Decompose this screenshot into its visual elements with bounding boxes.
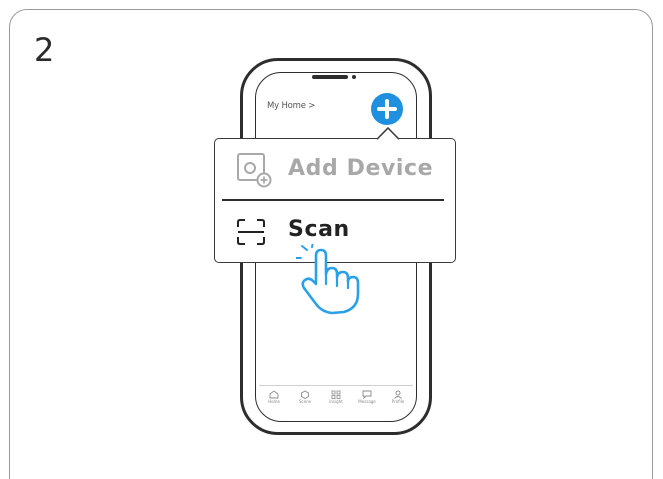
nav-item-message[interactable]: Message [352, 390, 382, 404]
hand-pointer-icon [296, 244, 360, 315]
scan-label: Scan [288, 217, 350, 242]
add-device-icon [237, 153, 272, 188]
step-number: 2 [34, 31, 55, 69]
nav-item-profile[interactable]: Profile [383, 390, 413, 404]
scan-icon [237, 219, 265, 245]
home-icon [269, 390, 279, 399]
scene-icon [301, 390, 309, 399]
nav-item-scene[interactable]: Scene [290, 390, 320, 404]
plus-icon [377, 99, 397, 119]
instruction-illustration: 2 My Home > Add Device Scan Home Scene I… [0, 0, 663, 479]
add-device-label: Add Device [288, 156, 434, 181]
nav-label-profile: Profile [391, 399, 405, 404]
nav-label-home: Home [268, 399, 280, 404]
popup-arrow [377, 127, 399, 140]
nav-item-insight[interactable]: Insight [321, 390, 351, 404]
phone-speaker [312, 75, 348, 79]
bottom-nav: Home Scene Insight Message Profile [259, 385, 413, 414]
profile-icon [394, 390, 402, 399]
message-icon [362, 390, 372, 399]
nav-label-scene: Scene [298, 399, 312, 404]
menu-divider [222, 199, 444, 201]
nav-label-message: Message [358, 399, 376, 404]
add-button[interactable] [371, 93, 403, 125]
insight-icon [331, 390, 341, 399]
nav-item-home[interactable]: Home [259, 390, 289, 404]
phone-camera [352, 75, 356, 79]
menu-item-add-device[interactable]: Add Device [236, 150, 436, 188]
my-home-link[interactable]: My Home > [267, 101, 315, 111]
nav-label-insight: Insight [329, 399, 343, 404]
